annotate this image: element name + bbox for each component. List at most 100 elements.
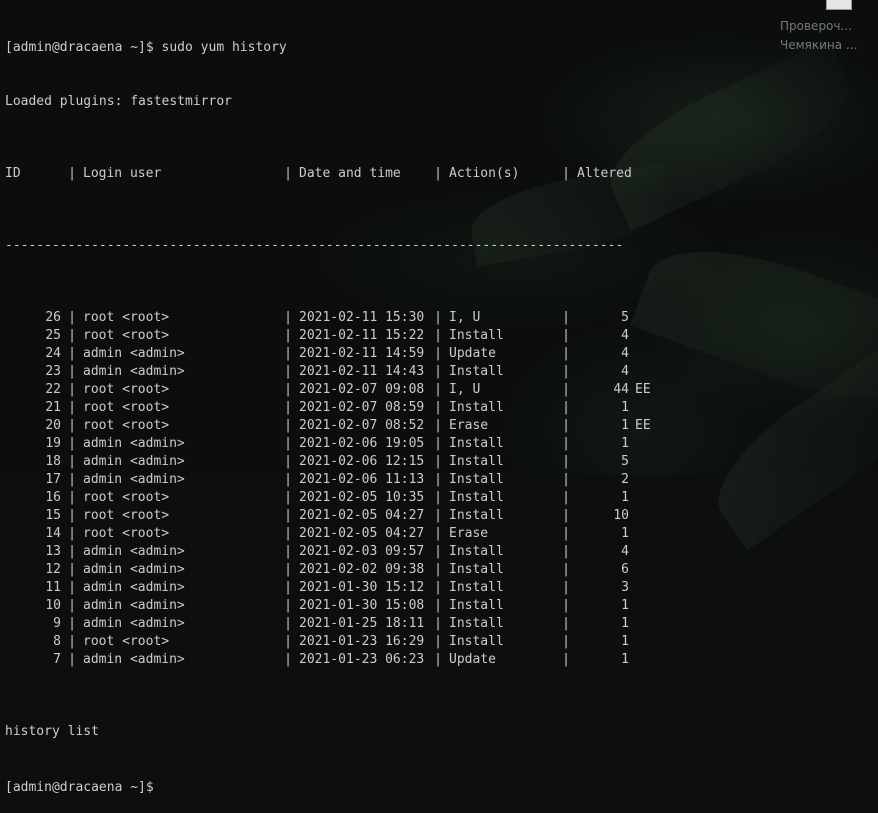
row-login-user: admin <admin> [83, 562, 185, 577]
row-id: 23 [45, 364, 61, 379]
row-action: Install [449, 616, 504, 631]
column-separator: | [434, 454, 442, 469]
desktop-file-icon[interactable]: Провероч... Чемякина ... [780, 0, 870, 60]
column-separator: | [68, 616, 76, 631]
column-separator: | [284, 310, 292, 325]
column-separator: | [434, 436, 442, 451]
column-separator: | [68, 382, 76, 397]
column-separator: | [434, 508, 442, 523]
column-separator: | [562, 634, 570, 649]
history-table-body: 26 | root <root> | 2021-02-11 15:30 | I, U | 5 25… [5, 309, 659, 669]
table-row: 16 | root <root> | 2021-02-05 10:35 | Install |… [5, 489, 659, 507]
column-separator: | [562, 490, 570, 505]
column-separator: | [284, 616, 292, 631]
row-action: Install [449, 454, 504, 469]
row-date-time: 2021-02-11 14:59 [299, 346, 425, 361]
document-icon [826, 0, 852, 10]
row-action: Install [449, 328, 504, 343]
row-flag: EE [635, 382, 651, 397]
column-separator: | [284, 598, 292, 613]
column-separator: | [434, 652, 442, 667]
row-altered: 1 [621, 418, 629, 433]
column-separator: | [284, 580, 292, 595]
row-date-time: 2021-02-06 11:13 [299, 472, 425, 487]
table-row: 20 | root <root> | 2021-02-07 08:52 | Erase | 1 E… [5, 417, 659, 435]
row-login-user: root <root> [83, 328, 170, 343]
column-separator: | [284, 652, 292, 667]
column-separator: | [434, 364, 442, 379]
row-login-user: root <root> [83, 310, 170, 325]
row-date-time: 2021-01-30 15:12 [299, 580, 425, 595]
row-action: Erase [449, 418, 489, 433]
row-login-user: admin <admin> [83, 598, 185, 613]
text-cursor [154, 777, 162, 791]
table-row: 8 | root <root> | 2021-01-23 16:29 | Install | 1 [5, 633, 659, 651]
table-row: 19 | admin <admin> | 2021-02-06 19:05 | Instal… [5, 435, 659, 453]
row-altered: 1 [621, 400, 629, 415]
column-separator: | [68, 400, 76, 415]
column-separator: | [434, 418, 442, 433]
column-separator: | [68, 652, 76, 667]
row-id: 16 [45, 490, 61, 505]
row-login-user: admin <admin> [83, 616, 185, 631]
column-separator: | [284, 364, 292, 379]
row-action: Install [449, 580, 504, 595]
column-separator: | [284, 418, 292, 433]
table-row: 12 | admin <admin> | 2021-02-02 09:38 | Instal… [5, 561, 659, 579]
column-separator: | [562, 328, 570, 343]
column-separator: | [284, 166, 292, 181]
row-id: 7 [53, 652, 61, 667]
header-altered: Altered [577, 166, 632, 181]
column-separator: | [434, 328, 442, 343]
table-row: 10 | admin <admin> | 2021-01-30 15:08 | Instal… [5, 597, 659, 615]
column-separator: | [562, 544, 570, 559]
column-separator: | [68, 166, 76, 181]
column-separator: | [68, 418, 76, 433]
column-separator: | [284, 634, 292, 649]
table-row: 9 | admin <admin> | 2021-01-25 18:11 | Install… [5, 615, 659, 633]
column-separator: | [284, 328, 292, 343]
column-separator: | [562, 472, 570, 487]
column-separator: | [562, 562, 570, 577]
column-separator: | [434, 598, 442, 613]
row-id: 17 [45, 472, 61, 487]
column-separator: | [434, 562, 442, 577]
row-action: Install [449, 436, 504, 451]
row-altered: 1 [621, 436, 629, 451]
column-separator: | [284, 436, 292, 451]
row-altered: 10 [613, 508, 629, 523]
column-separator: | [562, 526, 570, 541]
table-row: 22 | root <root> | 2021-02-07 09:08 | I, U | 44 E… [5, 381, 659, 399]
row-action: Install [449, 508, 504, 523]
row-login-user: admin <admin> [83, 454, 185, 469]
terminal-output[interactable]: [admin@dracaena ~]$ sudo yum history Loa… [5, 3, 659, 813]
header-date-time: Date and time [299, 166, 401, 181]
row-action: Install [449, 634, 504, 649]
row-id: 21 [45, 400, 61, 415]
plugins-line: Loaded plugins: fastestmirror [5, 94, 232, 109]
command-line: [admin@dracaena ~]$ sudo yum history [5, 40, 287, 55]
column-separator: | [434, 634, 442, 649]
column-separator: | [68, 454, 76, 469]
column-separator: | [68, 364, 76, 379]
column-separator: | [434, 616, 442, 631]
column-separator: | [434, 490, 442, 505]
row-altered: 4 [621, 544, 629, 559]
column-separator: | [68, 598, 76, 613]
row-date-time: 2021-02-07 08:59 [299, 400, 425, 415]
shell-prompt[interactable]: [admin@dracaena ~]$ [5, 777, 659, 795]
row-action: I, U [449, 382, 481, 397]
row-action: Update [449, 346, 496, 361]
row-id: 13 [45, 544, 61, 559]
column-separator: | [284, 490, 292, 505]
row-login-user: root <root> [83, 418, 170, 433]
column-separator: | [284, 454, 292, 469]
desktop-icon-label-line2: Чемякина ... [780, 38, 858, 52]
row-date-time: 2021-02-11 15:30 [299, 310, 425, 325]
column-separator: | [434, 580, 442, 595]
table-row: 18 | admin <admin> | 2021-02-06 12:15 | Instal… [5, 453, 659, 471]
column-separator: | [284, 382, 292, 397]
table-row: 15 | root <root> | 2021-02-05 04:27 | Install |… [5, 507, 659, 525]
row-action: Install [449, 400, 504, 415]
column-separator: | [434, 526, 442, 541]
